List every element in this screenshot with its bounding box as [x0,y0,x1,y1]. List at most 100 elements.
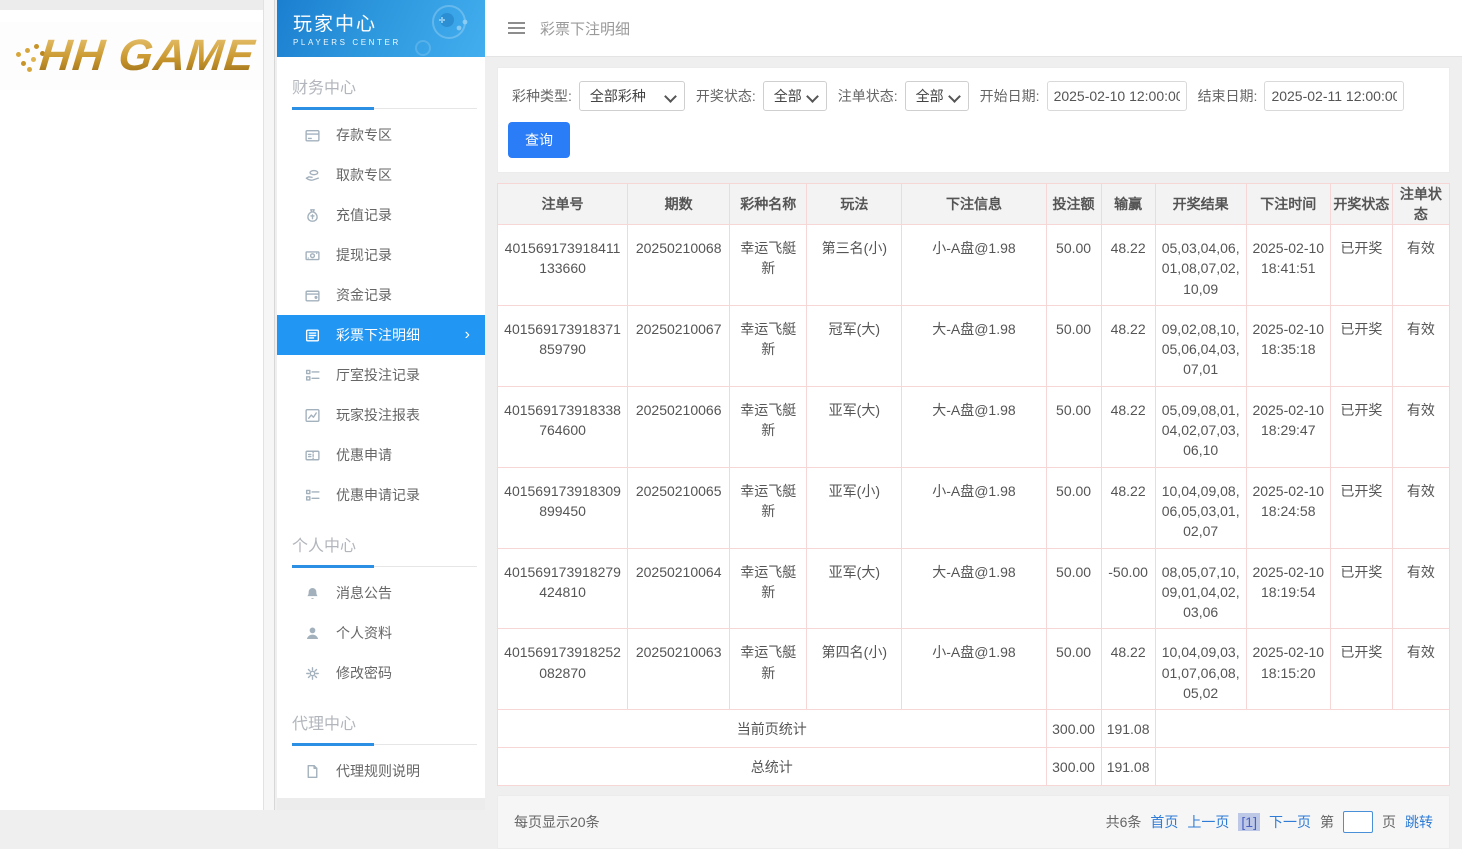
column-header-bet-time: 下注时间 [1246,184,1330,225]
column-header-play-type: 玩法 [807,184,902,225]
bets-table-card: 注单号期数彩种名称玩法下注信息投注额输赢开奖结果下注时间开奖状态注单状态 4015… [497,183,1450,786]
coupon-icon [304,447,321,464]
cell-bet-info: 大-A盘@1.98 [902,305,1046,386]
cell-win-loss: -50.00 [1101,548,1155,629]
first-page-link[interactable]: 首页 [1150,812,1178,832]
next-page-link[interactable]: 下一页 [1269,812,1311,832]
cell-bet-info: 小-A盘@1.98 [902,225,1046,306]
sidebar-item-label: 取款专区 [336,165,392,185]
cell-period: 20250210067 [628,305,730,386]
sidebar-item[interactable]: 取款专区 [277,155,485,195]
sidebar-item-label: 消息公告 [336,583,392,603]
summary-row: 总统计300.00191.08 [498,748,1450,786]
sidebar-item[interactable]: 优惠申请记录 [277,475,485,515]
sidebar-item[interactable]: 资金记录 [277,275,485,315]
app-root: HH GAME 玩家中心 PLAYERS CENTER 财务中心存款专区取款专区… [0,0,1462,810]
bet-status-value: 全部 [916,86,944,106]
bet-status-select[interactable]: 全部 [905,81,969,111]
money-bag-icon [304,207,321,224]
sidebar-section-rule [277,107,485,110]
sidebar-item[interactable]: 玩家投注报表 [277,395,485,435]
list-detail-icon [304,367,321,384]
jump-link[interactable]: 跳转 [1405,812,1433,832]
logo-panel: HH GAME [0,0,263,810]
lottery-type-select[interactable]: 全部彩种 [579,81,685,111]
bet-status-label: 注单状态: [838,86,898,106]
cell-bet-time: 2025-02-10 18:15:20 [1246,629,1330,710]
page-title: 彩票下注明细 [540,18,630,39]
list-detail-icon [304,487,321,504]
sidebar-item[interactable]: 充值记录 [277,195,485,235]
cell-bet-amount: 50.00 [1046,305,1101,386]
cell-bet-time: 2025-02-10 18:41:51 [1246,225,1330,306]
query-button[interactable]: 查询 [508,122,570,158]
sidebar-item-label: 充值记录 [336,205,392,225]
main-content: 彩票下注明细 彩种类型: 全部彩种 开奖状态: 全部 注单状态: 全部 [485,0,1462,810]
cell-bet-status: 有效 [1392,386,1449,467]
filter-row: 彩种类型: 全部彩种 开奖状态: 全部 注单状态: 全部 开始日期: 结束日期: [508,81,1439,111]
scrollbar-gutter[interactable] [263,0,275,810]
summary-empty [1155,710,1449,748]
chevron-right-icon: › [465,327,470,343]
cell-win-loss: 48.22 [1101,225,1155,306]
page-number-input[interactable] [1343,811,1373,833]
sidebar-item-label: 存款专区 [336,125,392,145]
draw-status-select[interactable]: 全部 [763,81,827,111]
sidebar-item[interactable]: 消息公告 [277,573,485,613]
column-header-draw-result: 开奖结果 [1155,184,1246,225]
cell-bet-info: 小-A盘@1.98 [902,629,1046,710]
cell-win-loss: 48.22 [1101,467,1155,548]
cell-bet-info: 大-A盘@1.98 [902,548,1046,629]
bell-icon [304,585,321,602]
list-icon [304,327,321,344]
cell-bet-time: 2025-02-10 18:19:54 [1246,548,1330,629]
total-count-label: 共6条 [1106,812,1142,832]
lottery-type-value: 全部彩种 [590,86,646,106]
summary-win-total: 191.08 [1101,710,1155,748]
cell-bet-status: 有效 [1392,548,1449,629]
top-strip [0,0,263,10]
sidebar-item[interactable]: 厅室投注记录 [277,355,485,395]
bets-table: 注单号期数彩种名称玩法下注信息投注额输赢开奖结果下注时间开奖状态注单状态 4015… [497,183,1450,786]
start-date-label: 开始日期: [980,86,1040,106]
cell-win-loss: 48.22 [1101,629,1155,710]
table-row: 40156917391837185979020250210067幸运飞艇新冠军(… [498,305,1450,386]
cell-bet-time: 2025-02-10 18:29:47 [1246,386,1330,467]
cell-play-type: 亚军(大) [807,386,902,467]
menu-toggle-icon[interactable] [506,18,527,38]
sidebar-item[interactable]: 彩票下注明细› [277,315,485,355]
prev-page-link[interactable]: 上一页 [1187,812,1229,832]
cell-draw-status: 已开奖 [1330,467,1392,548]
table-header-row: 注单号期数彩种名称玩法下注信息投注额输赢开奖结果下注时间开奖状态注单状态 [498,184,1450,225]
cell-bet-id: 401569173918309899450 [498,467,628,548]
sidebar-item[interactable]: 代理规则说明 [277,751,485,791]
cell-draw-result: 10,04,09,08,06,05,03,01,02,07 [1155,467,1246,548]
sidebar-item[interactable]: 个人资料 [277,613,485,653]
sidebar-section-title: 代理中心 [277,693,485,743]
summary-row: 当前页统计300.00191.08 [498,710,1450,748]
sidebar-item-label: 优惠申请 [336,445,392,465]
cell-play-type: 亚军(大) [807,548,902,629]
end-date-input[interactable] [1264,81,1404,111]
cell-lottery-name: 幸运飞艇新 [730,467,807,548]
page-suffix-label: 页 [1382,812,1396,832]
topbar: 彩票下注明细 [485,0,1462,57]
table-row: 40156917391833876460020250210066幸运飞艇新亚军(… [498,386,1450,467]
sidebar-item[interactable]: 修改密码 [277,653,485,693]
brand-logo: HH GAME [0,22,263,90]
sidebar-item[interactable]: 提现记录 [277,235,485,275]
sidebar-item-label: 代理规则说明 [336,761,420,781]
cell-win-loss: 48.22 [1101,305,1155,386]
cell-period: 20250210065 [628,467,730,548]
cell-bet-id: 401569173918252082870 [498,629,628,710]
column-header-bet-amount: 投注额 [1046,184,1101,225]
chart-icon [304,407,321,424]
cell-bet-time: 2025-02-10 18:35:18 [1246,305,1330,386]
sidebar-item[interactable]: 存款专区 [277,115,485,155]
table-row: 40156917391830989945020250210065幸运飞艇新亚军(… [498,467,1450,548]
sidebar-item-label: 修改密码 [336,663,392,683]
start-date-input[interactable] [1047,81,1187,111]
pagination-bar: 每页显示20条 共6条 首页 上一页 [1] 下一页 第 页 跳转 [497,795,1450,849]
chevron-down-icon [948,90,961,103]
sidebar-item[interactable]: 优惠申请 [277,435,485,475]
